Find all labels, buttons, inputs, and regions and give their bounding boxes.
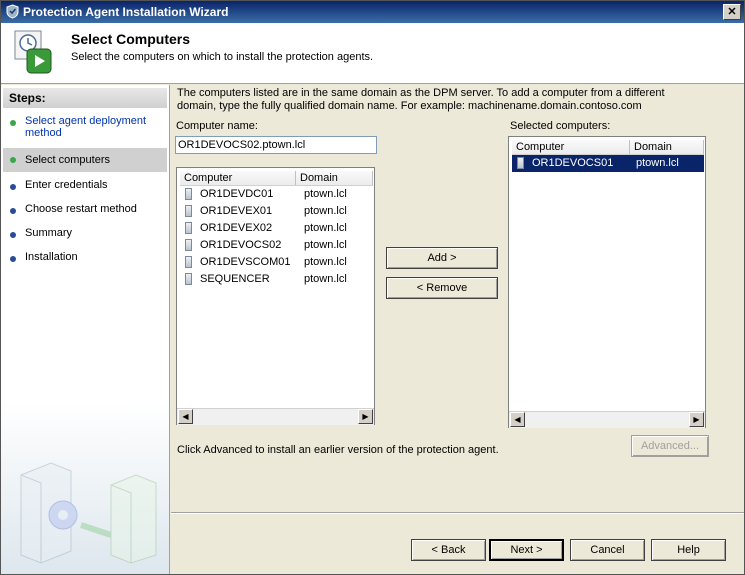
wizard-window: Protection Agent Installation Wizard ✕ S…	[0, 0, 745, 575]
cancel-button[interactable]: Cancel	[570, 539, 645, 561]
page-subtitle: Select the computers on which to install…	[71, 51, 374, 63]
computer-name: OR1DEVOCS01	[532, 157, 614, 169]
computer-icon	[185, 188, 192, 200]
main-panel: The computers listed are in the same dom…	[171, 85, 744, 574]
column-header-domain[interactable]: Domain	[296, 171, 373, 185]
computer-icon	[185, 222, 192, 234]
step-label: Summary	[25, 227, 73, 239]
computer-icon	[185, 205, 192, 217]
step-current-icon	[10, 157, 16, 163]
advanced-button[interactable]: Advanced...	[631, 435, 709, 457]
close-button[interactable]: ✕	[723, 4, 741, 20]
advanced-note: Click Advanced to install an earlier ver…	[177, 444, 499, 456]
list-item[interactable]: OR1DEVOCS01 ptown.lcl	[512, 155, 704, 172]
add-button[interactable]: Add >	[386, 247, 498, 269]
steps-sidebar: Steps: Select agent deployment method Se…	[1, 85, 170, 574]
back-button[interactable]: < Back	[411, 539, 486, 561]
scroll-right-icon[interactable]: ▶	[358, 409, 373, 424]
step-pending-icon	[10, 208, 16, 214]
title-bar[interactable]: Protection Agent Installation Wizard ✕	[1, 1, 744, 23]
step-enter-credentials: Enter credentials	[3, 179, 167, 191]
scroll-right-icon[interactable]: ▶	[689, 412, 704, 427]
list-item[interactable]: OR1DEVEX02 ptown.lcl	[180, 220, 370, 237]
computer-domain: ptown.lcl	[304, 239, 347, 251]
computer-domain: ptown.lcl	[304, 188, 347, 200]
step-done-icon	[10, 120, 16, 126]
step-label: Select agent deployment method	[25, 115, 147, 139]
available-list-header: Computer Domain	[180, 171, 373, 186]
step-choose-restart-method: Choose restart method	[3, 203, 167, 215]
computer-play-icon	[14, 30, 52, 74]
scroll-left-icon[interactable]: ◀	[178, 409, 193, 424]
step-label: Enter credentials	[25, 179, 108, 191]
window-title: Protection Agent Installation Wizard	[23, 5, 229, 19]
computer-name-label: Computer name:	[176, 120, 258, 132]
computer-icon	[185, 273, 192, 285]
computer-domain: ptown.lcl	[304, 273, 347, 285]
servers-gear-icon	[20, 462, 157, 564]
computer-name: OR1DEVEX01	[200, 205, 273, 217]
step-label: Choose restart method	[25, 203, 137, 215]
list-item[interactable]: OR1DEVSCOM01 ptown.lcl	[180, 254, 370, 271]
selected-computers-list[interactable]: Computer Domain OR1DEVOCS01 ptown.lcl ◀ …	[508, 136, 706, 428]
computer-icon	[185, 239, 192, 251]
step-label: Select computers	[25, 154, 110, 166]
list-item[interactable]: OR1DEVEX01 ptown.lcl	[180, 203, 370, 220]
available-computers-list[interactable]: Computer Domain OR1DEVDC01 ptown.lcl OR1…	[176, 167, 375, 425]
column-header-computer[interactable]: Computer	[512, 140, 630, 154]
remove-button[interactable]: < Remove	[386, 277, 498, 299]
computer-domain: ptown.lcl	[304, 222, 347, 234]
list-item[interactable]: OR1DEVDC01 ptown.lcl	[180, 186, 370, 203]
selected-list-header: Computer Domain	[512, 140, 704, 155]
description-text: The computers listed are in the same dom…	[177, 87, 665, 112]
list-item[interactable]: OR1DEVOCS02 ptown.lcl	[180, 237, 370, 254]
computer-name: OR1DEVSCOM01	[200, 256, 291, 268]
steps-heading: Steps:	[3, 88, 167, 108]
computer-name: OR1DEVEX02	[200, 222, 273, 234]
scroll-left-icon[interactable]: ◀	[510, 412, 525, 427]
step-summary: Summary	[3, 227, 167, 239]
next-button[interactable]: Next >	[489, 539, 564, 561]
computer-icon	[185, 256, 192, 268]
computer-icon	[517, 157, 524, 169]
computer-domain: ptown.lcl	[304, 256, 347, 268]
footer-divider	[171, 512, 744, 514]
computer-name: SEQUENCER	[200, 273, 270, 285]
step-pending-icon	[10, 232, 16, 238]
computer-domain: ptown.lcl	[304, 205, 347, 217]
computer-domain: ptown.lcl	[636, 157, 679, 169]
computer-name-input[interactable]: OR1DEVOCS02.ptown.lcl	[175, 136, 377, 154]
help-button[interactable]: Help	[651, 539, 726, 561]
computer-name: OR1DEVOCS02	[200, 239, 282, 251]
column-header-domain[interactable]: Domain	[630, 140, 704, 154]
step-pending-icon	[10, 184, 16, 190]
step-label: Installation	[25, 251, 78, 263]
column-header-computer[interactable]: Computer	[180, 171, 296, 185]
shield-icon	[6, 4, 19, 19]
step-select-computers: Select computers	[3, 148, 167, 172]
computer-name: OR1DEVDC01	[200, 188, 274, 200]
step-installation: Installation	[3, 251, 167, 263]
page-title: Select Computers	[71, 31, 191, 47]
step-select-deployment-method[interactable]: Select agent deployment method	[3, 115, 167, 139]
step-pending-icon	[10, 256, 16, 262]
wizard-header: Select Computers Select the computers on…	[1, 23, 744, 84]
horizontal-scrollbar[interactable]: ◀ ▶	[177, 408, 374, 425]
selected-computers-label: Selected computers:	[510, 120, 611, 132]
list-item[interactable]: SEQUENCER ptown.lcl	[180, 271, 370, 288]
horizontal-scrollbar[interactable]: ◀ ▶	[509, 411, 705, 428]
